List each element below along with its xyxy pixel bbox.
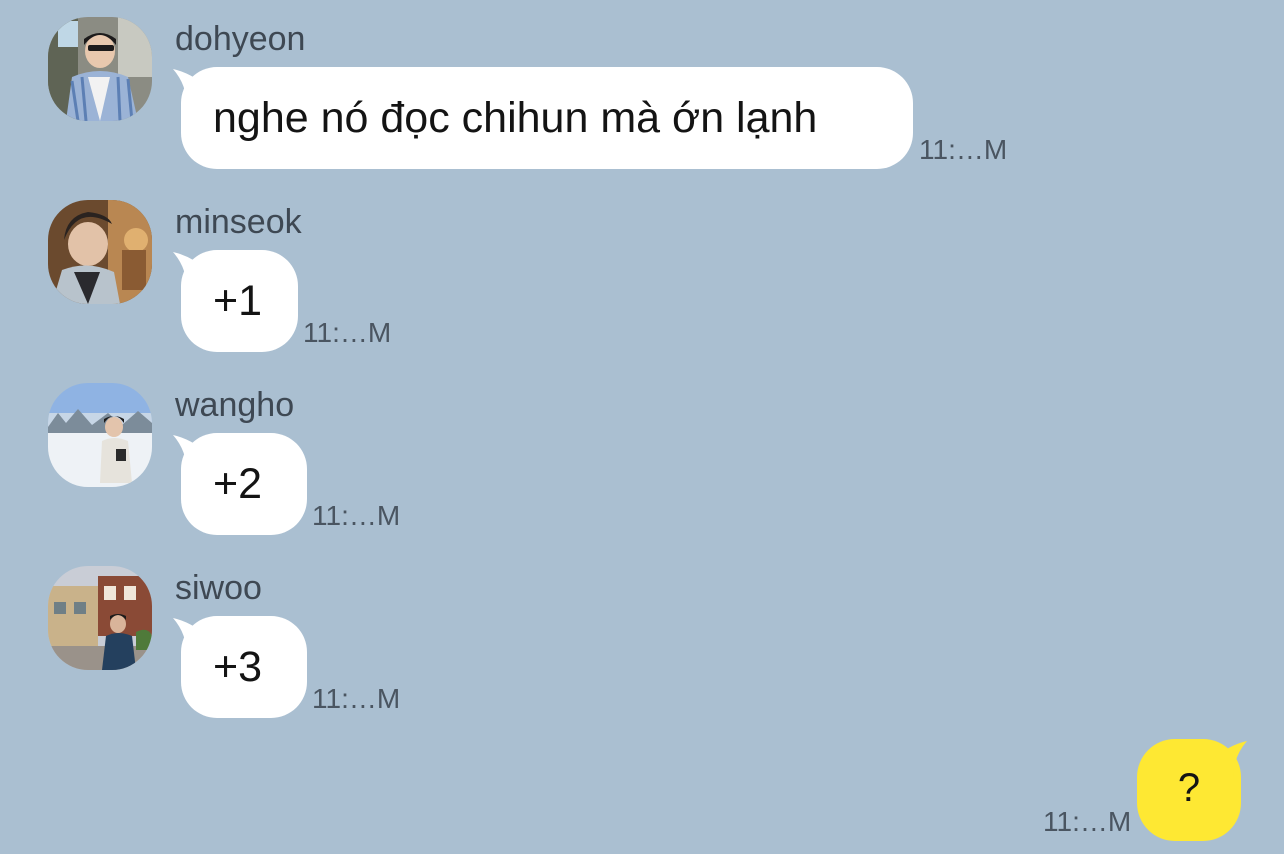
message-row: minseok +1 11:…M: [0, 200, 1284, 360]
bubble-tail: [173, 252, 207, 290]
avatar[interactable]: [48, 383, 152, 487]
message-row: siwoo +3 11:…M: [0, 566, 1284, 726]
avatar[interactable]: [48, 200, 152, 304]
chat-thread[interactable]: dohyeon nghe nó đọc chihun mà ớn lạnh 11…: [0, 0, 1284, 854]
message-text: +1: [213, 277, 263, 325]
bubble-tail: [173, 618, 207, 656]
message-time: 11:…M: [312, 683, 401, 714]
sender-name: siwoo: [175, 569, 262, 607]
message-text: +3: [213, 643, 263, 691]
message-row: wangho +2 11:…M: [0, 383, 1284, 543]
bubble-tail: [173, 435, 207, 473]
avatar-photo-icon: [48, 383, 152, 487]
message-time: 11:…M: [312, 500, 401, 531]
my-message-time: 11:…M: [1043, 806, 1132, 837]
message-text: +2: [213, 460, 263, 508]
message-text: nghe nó đọc chihun mà ớn lạnh: [213, 94, 818, 142]
message-time: 11:…M: [303, 317, 392, 348]
avatar-photo-icon: [48, 566, 152, 670]
my-message-text: ?: [1177, 766, 1201, 810]
sender-name: dohyeon: [175, 20, 306, 58]
message-bubble[interactable]: +1: [173, 250, 298, 352]
message-bubble[interactable]: +2: [173, 433, 307, 535]
sender-name: wangho: [175, 386, 295, 424]
avatar-photo-icon: [48, 17, 152, 121]
avatar[interactable]: [48, 17, 152, 121]
message-bubble[interactable]: +3: [173, 616, 307, 718]
sender-name: minseok: [175, 203, 302, 241]
message-time: 11:…M: [919, 134, 1008, 165]
bubble-tail: [173, 69, 207, 107]
bubble-tail: [1213, 741, 1247, 779]
avatar[interactable]: [48, 566, 152, 670]
avatar-photo-icon: [48, 200, 152, 304]
message-bubble[interactable]: nghe nó đọc chihun mà ớn lạnh: [173, 67, 913, 169]
message-row: dohyeon nghe nó đọc chihun mà ớn lạnh 11…: [0, 17, 1284, 177]
my-message-bubble[interactable]: ?: [1137, 739, 1247, 841]
